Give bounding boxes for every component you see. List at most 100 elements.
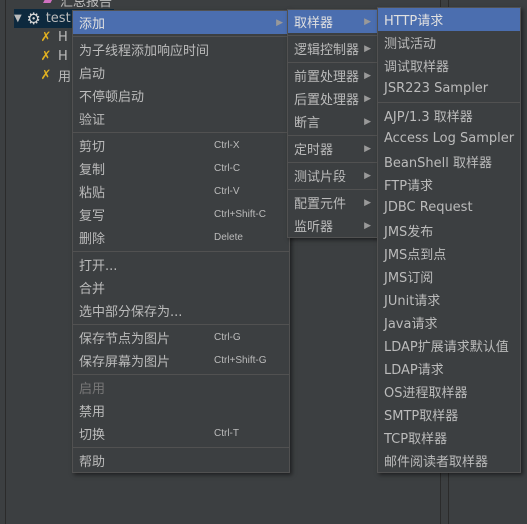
tree-item-label: 用: [58, 70, 72, 85]
menu-item[interactable]: 复制 Ctrl-C: [73, 157, 289, 180]
menu-item-label: 验证: [79, 113, 106, 128]
shortcut-label: Ctrl-T: [214, 428, 239, 439]
menu-item[interactable]: 后置处理器 ▶: [288, 87, 377, 110]
menu-item-label: 剪切: [79, 140, 106, 155]
menu-item[interactable]: Access Log Sampler: [378, 127, 520, 150]
menu-item[interactable]: 调试取样器: [378, 54, 520, 77]
menu-item-label: OS进程取样器: [384, 386, 468, 401]
menu-item[interactable]: 断言 ▶: [288, 110, 377, 133]
menu-item[interactable]: 监听器 ▶: [288, 214, 377, 237]
menu-item[interactable]: 删除 Delete: [73, 226, 289, 249]
tree-item-http-1[interactable]: ✗ H: [38, 28, 68, 47]
menu-item[interactable]: 打开...: [73, 253, 289, 276]
menu-item-label: 启用: [79, 382, 106, 397]
menu-item-label: 启动: [79, 67, 106, 82]
menu-item-label: 测试片段: [294, 170, 347, 185]
menu-item[interactable]: 启动: [73, 61, 289, 84]
menu-item[interactable]: LDAP扩展请求默认值: [378, 334, 520, 357]
menu-item[interactable]: 粘贴 Ctrl-V: [73, 180, 289, 203]
submenu-arrow-icon: ▶: [364, 170, 371, 181]
expand-triangle-icon[interactable]: ▼: [14, 13, 22, 24]
menu-item[interactable]: 测试活动: [378, 31, 520, 54]
menu-item[interactable]: 添加 ▶: [73, 11, 289, 34]
menu-item-label: 合并: [79, 282, 106, 297]
menu-item-label: 复制: [79, 163, 106, 178]
menu-item[interactable]: 取样器 ▶: [288, 10, 377, 33]
shortcut-label: Ctrl-C: [214, 163, 241, 174]
menu-item[interactable]: AJP/1.3 取样器: [378, 104, 520, 127]
menu-item[interactable]: JMS点到点: [378, 242, 520, 265]
shortcut-label: Ctrl+Shift-C: [214, 209, 266, 220]
menu-item-label: SMTP取样器: [384, 409, 459, 424]
menu-item[interactable]: 为子线程添加响应时间: [73, 38, 289, 61]
menu-item[interactable]: 切换 Ctrl-T: [73, 422, 289, 445]
menu-item-label: Access Log Sampler: [384, 131, 515, 146]
menu-item[interactable]: 验证: [73, 107, 289, 130]
menu-item-label: 定时器: [294, 143, 334, 158]
menu-item[interactable]: 禁用: [73, 399, 289, 422]
sampler-submenu: HTTP请求 测试活动调试取样器 JSR223 Sampler AJP/1.3 取样器…: [377, 7, 521, 473]
menu-item[interactable]: JUnit请求: [378, 288, 520, 311]
menu-item-label: 粘贴: [79, 186, 106, 201]
menu-item-label: JDBC Request: [384, 200, 473, 215]
shortcut-label: Ctrl-G: [214, 332, 241, 343]
menu-item[interactable]: 合并: [73, 276, 289, 299]
menu-item[interactable]: 测试片段 ▶: [288, 164, 377, 187]
menu-item[interactable]: JSR223 Sampler: [378, 77, 520, 100]
menu-item[interactable]: OS进程取样器: [378, 380, 520, 403]
menu-item[interactable]: BeanShell 取样器: [378, 150, 520, 173]
menu-item[interactable]: 选中部分保存为...: [73, 299, 289, 322]
menu-item-label: HTTP请求: [384, 14, 444, 29]
menu-item[interactable]: FTP请求: [378, 173, 520, 196]
shortcut-label: Ctrl+Shift-G: [214, 355, 267, 366]
menu-item-label: 打开...: [79, 259, 118, 274]
menu-item[interactable]: 剪切 Ctrl-X: [73, 134, 289, 157]
menu-item-label: 配置元件: [294, 197, 347, 212]
submenu-arrow-icon: ▶: [364, 16, 371, 27]
menu-item-label: 删除: [79, 232, 106, 247]
menu-item[interactable]: 逻辑控制器 ▶: [288, 37, 377, 60]
menu-item[interactable]: LDAP请求: [378, 357, 520, 380]
menu-item[interactable]: SMTP取样器: [378, 403, 520, 426]
menu-item[interactable]: 配置元件 ▶: [288, 191, 377, 214]
menu-item-label: 添加: [79, 17, 106, 32]
menu-item[interactable]: JMS订阅: [378, 265, 520, 288]
menu-item[interactable]: Java请求: [378, 311, 520, 334]
menu-item[interactable]: 保存节点为图片 Ctrl-G: [73, 326, 289, 349]
add-submenu: 取样器 ▶ 逻辑控制器 ▶ 前置处理器 ▶ 后置处理器 ▶ 断言 ▶ 定时器 ▶ 测试片段 ▶ 配置元件 ▶ 监…: [287, 9, 378, 238]
report-icon: ▰: [43, 0, 53, 8]
menu-item-label: TCP取样器: [384, 432, 448, 447]
menu-item[interactable]: 不停顿启动: [73, 84, 289, 107]
menu-item[interactable]: 复写 Ctrl+Shift-C: [73, 203, 289, 226]
menu-item[interactable]: 定时器 ▶: [288, 137, 377, 160]
menu-item[interactable]: HTTP请求: [378, 8, 520, 31]
menu-item-label: 断言: [294, 116, 321, 131]
menu-item[interactable]: JDBC Request: [378, 196, 520, 219]
menu-item[interactable]: JMS发布: [378, 219, 520, 242]
menu-item-label: JSR223 Sampler: [384, 81, 489, 96]
menu-item[interactable]: 邮件阅读者取样器: [378, 449, 520, 472]
menu-item-label: 邮件阅读者取样器: [384, 455, 489, 470]
menu-item[interactable]: TCP取样器: [378, 426, 520, 449]
wrench-icon: ✗: [40, 48, 52, 64]
menu-item-label: 测试活动: [384, 37, 437, 52]
menu-item-label: 逻辑控制器: [294, 43, 360, 58]
gear-icon: ⚙: [26, 8, 41, 28]
menu-item-label: 复写: [79, 209, 106, 224]
menu-item[interactable]: 帮助: [73, 449, 289, 472]
menu-item[interactable]: 前置处理器 ▶: [288, 64, 377, 87]
menu-item-label: LDAP扩展请求默认值: [384, 340, 509, 355]
menu-item-label: 后置处理器: [294, 93, 360, 108]
submenu-arrow-icon: ▶: [364, 220, 371, 231]
tree-item-label: test: [45, 11, 71, 26]
submenu-arrow-icon: ▶: [364, 43, 371, 54]
menu-item-label: 切换: [79, 428, 106, 443]
menu-item[interactable]: 启用: [73, 376, 289, 399]
menu-item-label: FTP请求: [384, 179, 434, 194]
submenu-arrow-icon: ▶: [276, 17, 283, 28]
menu-item-label: 取样器: [294, 16, 334, 31]
menu-item-label: 选中部分保存为...: [79, 305, 183, 320]
menu-item[interactable]: 保存屏幕为图片 Ctrl+Shift-G: [73, 349, 289, 372]
tree-item-http-2[interactable]: ✗ H: [38, 47, 68, 66]
tree-item-user[interactable]: ✗ 用: [38, 66, 72, 86]
